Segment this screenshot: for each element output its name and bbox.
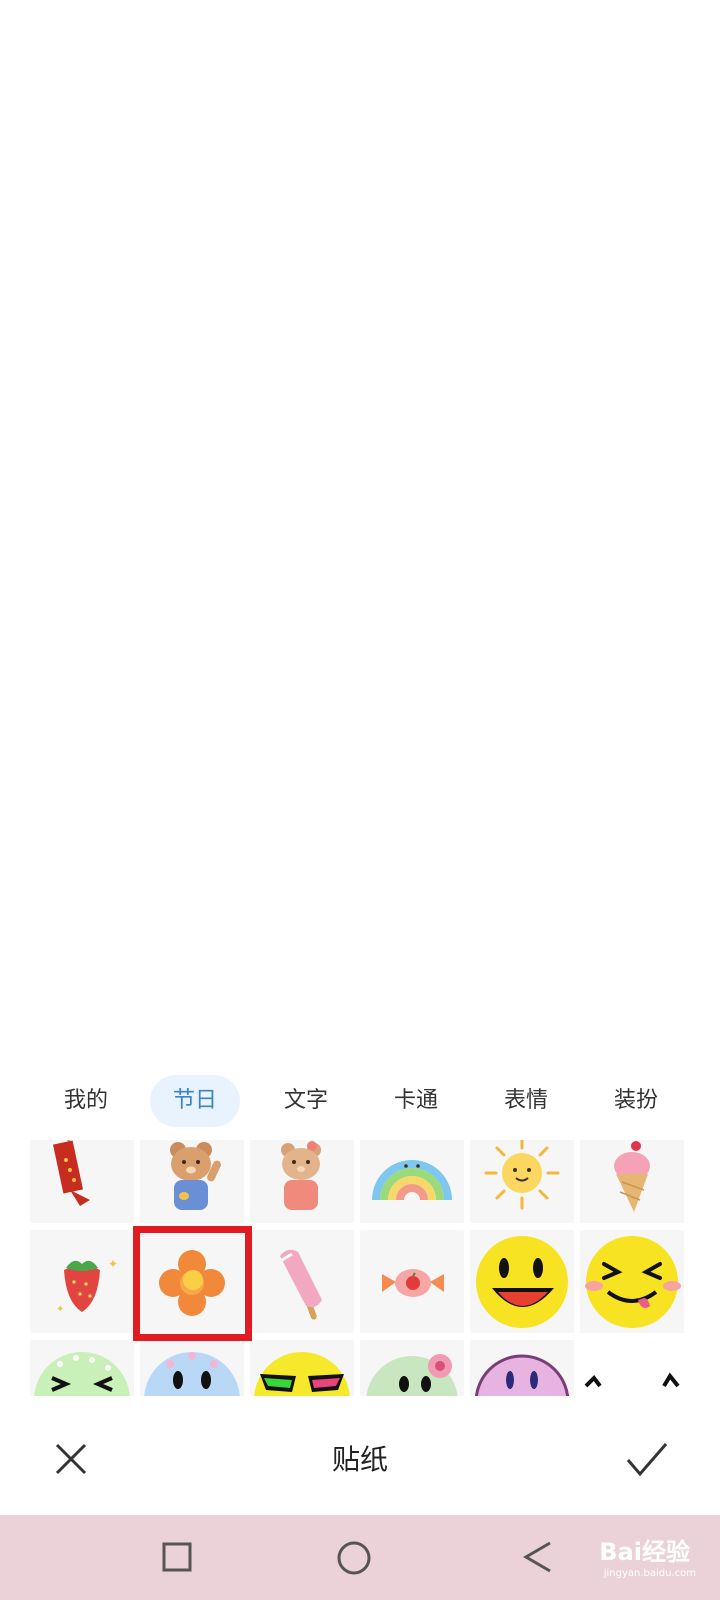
sticker-category-tabs: 我的 节日 文字 卡通 表情 装扮: [0, 1060, 720, 1140]
purple-face-sticker[interactable]: [470, 1340, 574, 1396]
svg-text:✦: ✦: [56, 1304, 64, 1315]
tab-dressup[interactable]: 装扮: [600, 1075, 672, 1127]
blue-checkered-face-sticker[interactable]: [140, 1340, 244, 1396]
close-icon[interactable]: [48, 1436, 94, 1482]
bear-pink-sticker[interactable]: [250, 1140, 354, 1223]
red-banner-sticker[interactable]: [30, 1140, 134, 1223]
square-icon[interactable]: [161, 1541, 193, 1573]
sunglasses-face-sticker[interactable]: [250, 1340, 354, 1396]
tab-holiday[interactable]: 节日: [150, 1075, 240, 1127]
tab-cartoon[interactable]: 卡通: [380, 1075, 452, 1127]
tab-mine[interactable]: 我的: [50, 1075, 122, 1127]
flower-frog-sticker[interactable]: [360, 1340, 464, 1396]
svg-text:✦: ✦: [108, 1257, 118, 1271]
bear-waving-sticker[interactable]: [140, 1140, 244, 1223]
tab-emoji[interactable]: 表情: [490, 1075, 562, 1127]
check-icon[interactable]: [622, 1436, 672, 1482]
ice-cream-sticker[interactable]: [580, 1140, 684, 1223]
candy-sticker[interactable]: [360, 1230, 464, 1333]
popsicle-sticker[interactable]: [250, 1230, 354, 1333]
green-dotted-face-sticker[interactable]: [30, 1340, 134, 1396]
sticker-grid: ✦ ✦: [30, 1140, 692, 1396]
circle-icon[interactable]: [336, 1540, 372, 1576]
rainbow-sticker[interactable]: [360, 1140, 464, 1223]
strawberry-sticker[interactable]: ✦ ✦: [30, 1230, 134, 1333]
doodle-face-sticker[interactable]: [580, 1340, 684, 1396]
watermark-url: jingyan.baidu.com: [603, 1568, 696, 1579]
selection-highlight: [133, 1226, 252, 1341]
photo-canvas: [0, 0, 720, 1060]
tab-text[interactable]: 文字: [270, 1075, 342, 1127]
panel-title: 贴纸: [331, 1443, 388, 1476]
watermark-brand: Bai经验: [599, 1538, 690, 1566]
laughing-face-sticker[interactable]: [580, 1230, 684, 1333]
sun-sticker[interactable]: [470, 1140, 574, 1223]
triangle-back-icon[interactable]: [520, 1539, 556, 1575]
smiley-face-sticker[interactable]: [470, 1230, 574, 1333]
